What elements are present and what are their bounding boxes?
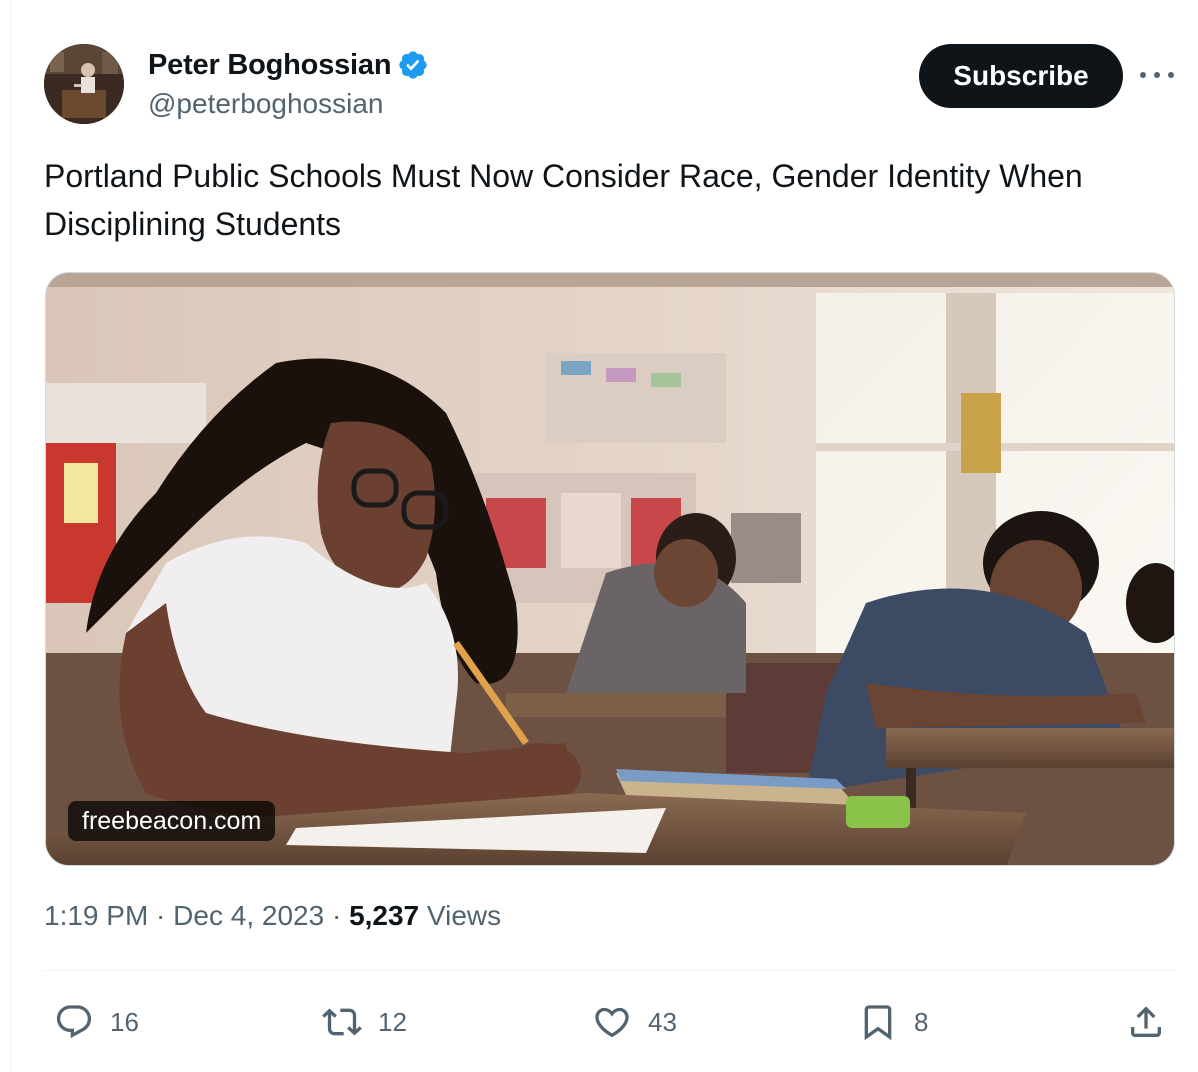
- divider: [44, 970, 1176, 971]
- tweet-date[interactable]: Dec 4, 2023: [173, 900, 324, 932]
- classroom-photo: [46, 273, 1174, 865]
- views-count: 5,237: [349, 900, 420, 931]
- like-button[interactable]: 43: [590, 994, 677, 1050]
- like-count: 43: [648, 1006, 677, 1037]
- more-options-icon[interactable]: [1140, 62, 1174, 88]
- tweet-text: Portland Public Schools Must Now Conside…: [44, 158, 1083, 242]
- meta-separator: ·: [148, 900, 174, 931]
- views-label: Views: [426, 900, 502, 931]
- bookmark-icon[interactable]: [856, 1000, 900, 1044]
- views-label: [419, 900, 427, 932]
- repost-count: 12: [378, 1006, 407, 1037]
- meta-separator: ·: [324, 900, 350, 931]
- subscribe-button[interactable]: Subscribe: [919, 44, 1123, 108]
- like-icon[interactable]: [590, 1000, 634, 1044]
- reply-button[interactable]: 16: [52, 994, 139, 1050]
- avatar[interactable]: [44, 44, 124, 124]
- dot: [1154, 72, 1160, 78]
- verified-badge-icon[interactable]: [397, 49, 429, 81]
- bookmark-button[interactable]: 8: [856, 994, 928, 1050]
- reply-count: 16: [110, 1006, 139, 1037]
- author-name-row[interactable]: Peter Boghossian: [148, 46, 429, 84]
- link-domain-label: freebeacon.com: [68, 801, 276, 841]
- repost-icon[interactable]: [320, 1000, 364, 1044]
- author-handle[interactable]: @peterboghossian: [148, 88, 383, 120]
- timeline-border: [10, 0, 11, 1072]
- tweet-time[interactable]: 1:19 PM: [44, 900, 148, 932]
- share-button[interactable]: [1124, 994, 1168, 1050]
- repost-button[interactable]: 12: [320, 994, 407, 1050]
- share-icon[interactable]: [1124, 1000, 1168, 1044]
- dot: [1140, 72, 1146, 78]
- link-card-media[interactable]: freebeacon.com: [45, 272, 1175, 866]
- action-bar: 16 12 43 8: [44, 994, 1176, 1050]
- tweet-meta: 1:19 PM · Dec 4, 2023 · 5,237 Views: [44, 900, 501, 932]
- bookmark-count: 8: [914, 1006, 929, 1037]
- reply-icon[interactable]: [52, 1000, 96, 1044]
- author-display-name[interactable]: Peter Boghossian: [148, 49, 392, 82]
- dot: [1168, 72, 1174, 78]
